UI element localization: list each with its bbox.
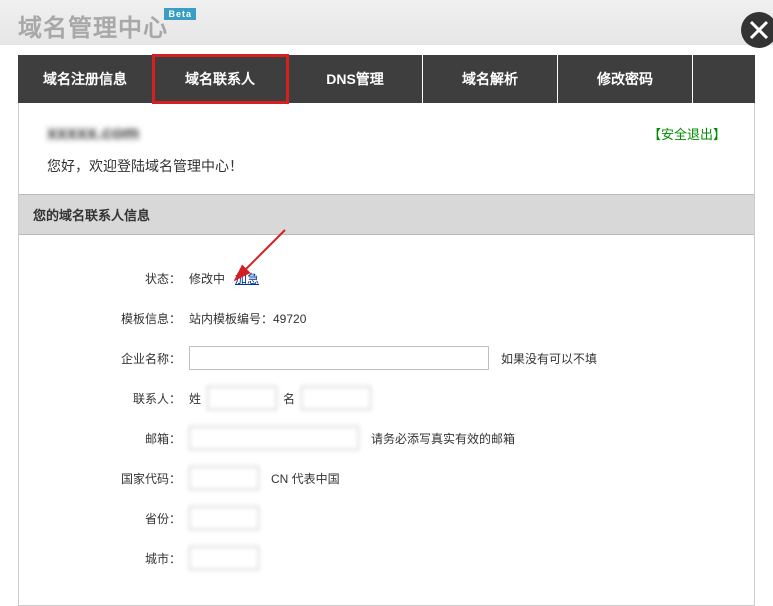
name-input[interactable] bbox=[301, 386, 371, 410]
status-label: 状态 bbox=[19, 270, 189, 287]
template-value: 站内模板编号：49720 bbox=[189, 310, 306, 327]
company-input[interactable] bbox=[189, 346, 489, 370]
contact-label: 联系人 bbox=[19, 390, 189, 407]
email-hint: 请务必添写真实有效的邮箱 bbox=[371, 430, 515, 447]
company-hint: 如果没有可以不填 bbox=[501, 350, 597, 367]
domain-name: xxxxx.com bbox=[47, 123, 648, 144]
province-label: 省份 bbox=[19, 510, 189, 527]
nav-dns[interactable]: DNS管理 bbox=[288, 55, 423, 103]
close-icon[interactable] bbox=[733, 10, 773, 50]
main-nav: 域名注册信息 域名联系人 DNS管理 域名解析 修改密码 bbox=[18, 55, 755, 103]
logo-text: 域名管理中心 Beta bbox=[18, 8, 168, 43]
nav-contact[interactable]: 域名联系人 bbox=[153, 55, 288, 103]
status-value: 修改中 bbox=[189, 270, 225, 287]
country-hint: CN 代表中国 bbox=[271, 470, 340, 487]
country-label: 国家代码 bbox=[19, 470, 189, 487]
surname-label: 姓 bbox=[189, 390, 201, 407]
beta-badge: Beta bbox=[164, 8, 196, 20]
surname-input[interactable] bbox=[207, 386, 277, 410]
nav-resolve[interactable]: 域名解析 bbox=[423, 55, 558, 103]
email-label: 邮箱 bbox=[19, 430, 189, 447]
company-label: 企业名称 bbox=[19, 350, 189, 367]
urgent-link[interactable]: 加急 bbox=[235, 270, 259, 287]
logo-label: 域名管理中心 bbox=[18, 15, 168, 42]
city-label: 城市 bbox=[19, 550, 189, 567]
logout-link[interactable]: 安全退出 bbox=[648, 124, 726, 143]
city-input[interactable] bbox=[189, 546, 259, 570]
nav-password[interactable]: 修改密码 bbox=[558, 55, 693, 103]
template-label: 模板信息 bbox=[19, 310, 189, 327]
nav-register-info[interactable]: 域名注册信息 bbox=[18, 55, 153, 103]
welcome-text: 您好，欢迎登陆域名管理中心！ bbox=[19, 156, 754, 194]
email-input[interactable] bbox=[189, 426, 359, 450]
name-label: 名 bbox=[283, 390, 295, 407]
province-input[interactable] bbox=[189, 506, 259, 530]
section-title: 您的域名联系人信息 bbox=[19, 194, 754, 235]
country-input[interactable] bbox=[189, 466, 259, 490]
